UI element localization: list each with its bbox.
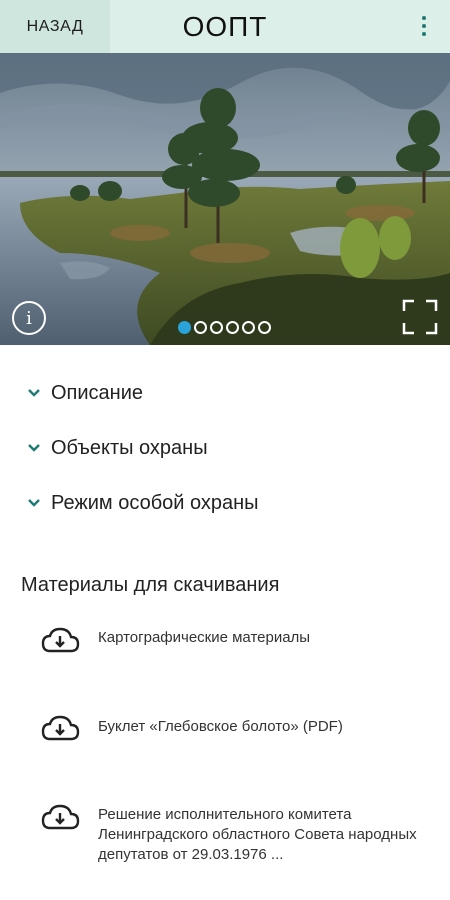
pagination-dot[interactable] bbox=[242, 321, 255, 334]
gallery-pagination bbox=[178, 321, 271, 334]
pagination-dot[interactable] bbox=[258, 321, 271, 334]
info-button[interactable]: i bbox=[12, 301, 46, 335]
accordion-label: Описание bbox=[51, 382, 144, 404]
cloud-download-icon bbox=[41, 627, 80, 653]
cloud-download-icon bbox=[41, 804, 80, 830]
pagination-dot[interactable] bbox=[194, 321, 207, 334]
more-vertical-icon[interactable] bbox=[412, 14, 436, 40]
accordion-label: Объекты охраны bbox=[51, 437, 208, 459]
app-header: НАЗАД ООПТ bbox=[0, 0, 450, 53]
download-item-booklet[interactable]: Буклет «Глебовское болото» (PDF) bbox=[0, 707, 450, 767]
pagination-dot[interactable] bbox=[226, 321, 239, 334]
accordion-description[interactable]: Описание bbox=[0, 373, 450, 413]
photo-gallery[interactable]: i bbox=[0, 53, 450, 345]
accordion-protection-regime[interactable]: Режим особой охраны bbox=[0, 483, 450, 523]
chevron-down-icon bbox=[28, 499, 40, 507]
download-item-decision[interactable]: Решение исполнительного комитета Ленингр… bbox=[0, 797, 450, 877]
download-item-label: Решение исполнительного комитета Ленингр… bbox=[98, 806, 417, 863]
pagination-dot[interactable] bbox=[178, 321, 191, 334]
download-item-maps[interactable]: Картографические материалы bbox=[0, 620, 450, 680]
chevron-down-icon bbox=[28, 444, 40, 452]
downloads-section-title: Материалы для скачивания bbox=[21, 574, 280, 596]
accordion-label: Режим особой охраны bbox=[51, 492, 259, 514]
pagination-dot[interactable] bbox=[210, 321, 223, 334]
back-button[interactable]: НАЗАД bbox=[0, 0, 110, 53]
download-item-label: Картографические материалы bbox=[98, 629, 311, 646]
landscape-photo bbox=[0, 53, 450, 345]
chevron-down-icon bbox=[28, 389, 40, 397]
accordion-protected-objects[interactable]: Объекты охраны bbox=[0, 428, 450, 468]
fullscreen-icon[interactable] bbox=[402, 299, 438, 335]
cloud-download-icon bbox=[41, 715, 80, 741]
download-item-label: Буклет «Глебовское болото» (PDF) bbox=[98, 718, 343, 735]
page-title: ООПТ bbox=[182, 10, 268, 42]
